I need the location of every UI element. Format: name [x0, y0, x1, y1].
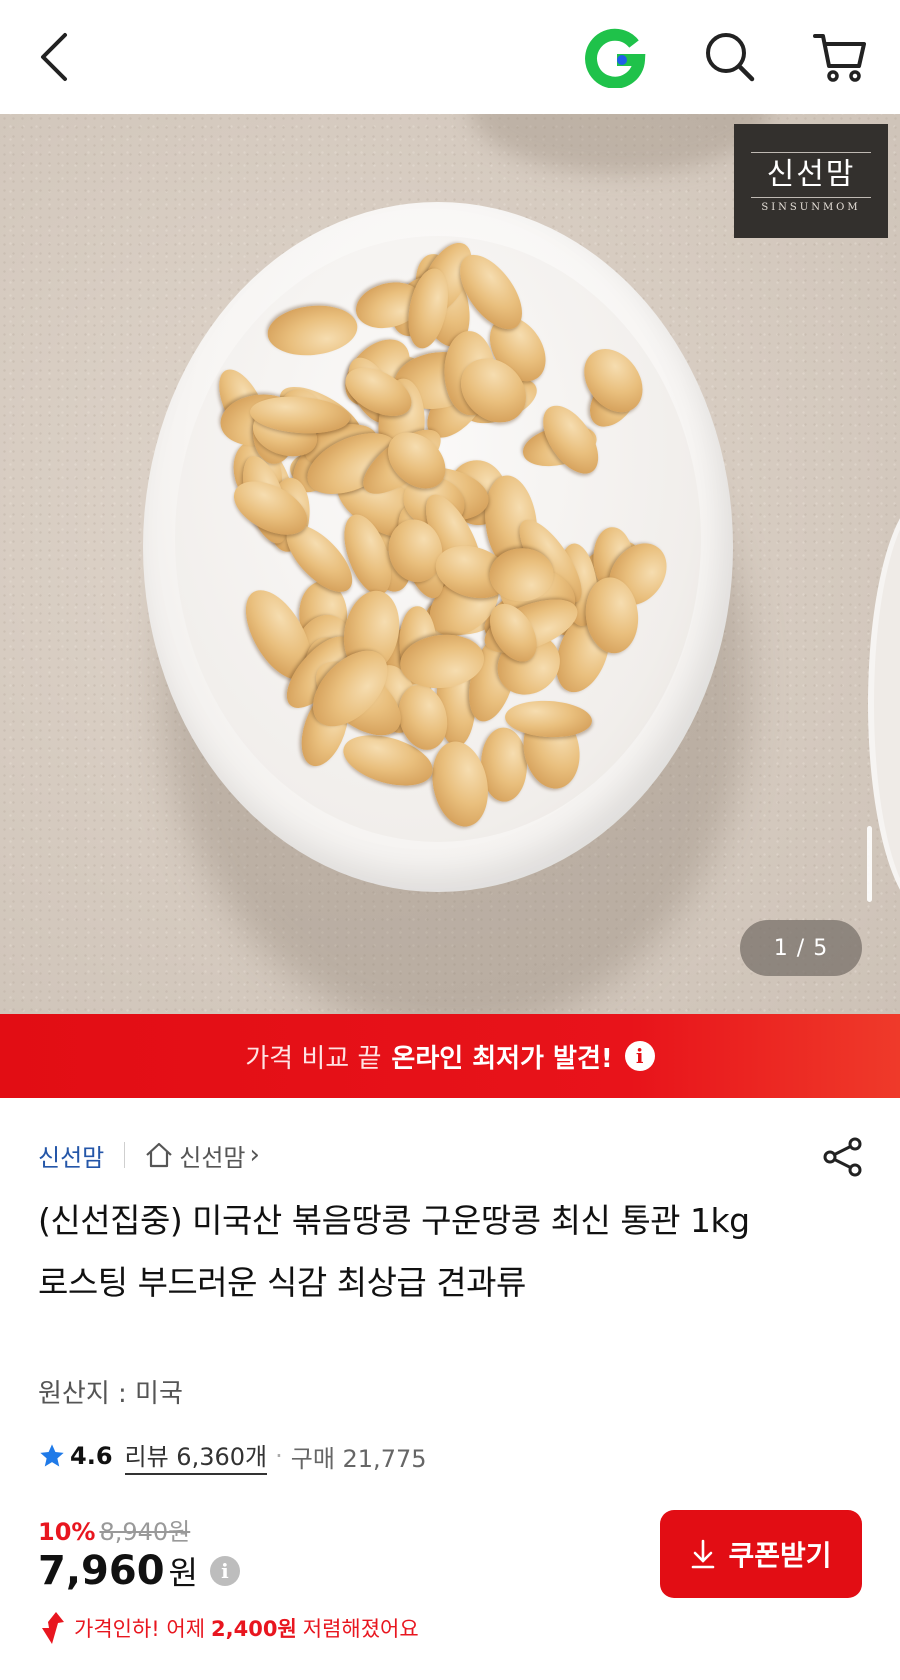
- price-drop-amount: 2,400원: [211, 1617, 297, 1641]
- search-icon: [706, 33, 755, 82]
- price-drop-prefix: 가격인하! 어제: [74, 1617, 206, 1641]
- g-logo-button[interactable]: [580, 22, 650, 92]
- purchase-count: 구매 21,775: [290, 1444, 427, 1473]
- review-link[interactable]: 리뷰 6,360개: [124, 1437, 268, 1475]
- divider: [124, 1142, 126, 1168]
- price-down-arrow-icon: [42, 1612, 64, 1644]
- share-icon: [823, 1137, 862, 1177]
- top-header: [0, 0, 900, 114]
- discount-rate: 10%: [38, 1518, 96, 1546]
- banner-text-bold: 온라인 최저가 발견!: [391, 1043, 613, 1074]
- price-drop-notice: 가격인하! 어제 2,400원 저렴해졌어요: [38, 1612, 419, 1644]
- home-icon: [146, 1142, 172, 1168]
- info-icon[interactable]: i: [624, 1041, 655, 1071]
- chevron-left-icon: [41, 33, 67, 81]
- brand-line: [751, 196, 871, 198]
- product-image-gallery[interactable]: 신선맘 SINSUNMOM 1 / 5: [0, 114, 900, 1014]
- cart-icon: [813, 34, 866, 82]
- coupon-label: 쿠폰받기: [728, 1539, 832, 1572]
- store-link[interactable]: 신선맘 ›: [145, 1138, 260, 1173]
- banner-text-light: 가격 비교 끝: [245, 1043, 382, 1074]
- separator-dot: ·: [275, 1442, 283, 1470]
- currency: 원: [168, 1554, 198, 1592]
- product-title: (신선집중) 미국산 볶음땅콩 구운땅콩 최신 통관 1kg 로스팅 부드러운 …: [38, 1201, 750, 1302]
- image-counter: 1 / 5: [740, 920, 862, 976]
- search-button[interactable]: [695, 22, 765, 92]
- star-icon: [40, 1444, 64, 1467]
- sale-price: 7,960: [38, 1548, 165, 1594]
- origin-info: 원산지 : 미국: [38, 1379, 183, 1409]
- cart-button[interactable]: [805, 22, 875, 92]
- g-logo-icon: [585, 28, 646, 88]
- download-icon: [692, 1539, 715, 1569]
- seller-row: 신선맘 신선맘 ›: [38, 1135, 260, 1175]
- chevron-right-icon: ›: [249, 1140, 260, 1170]
- get-coupon-button[interactable]: 쿠폰받기: [660, 1510, 862, 1598]
- brand-badge: 신선맘 SINSUNMOM: [734, 124, 888, 238]
- discount-row: 10% 8,940원: [38, 1512, 190, 1547]
- rating-value: 4.6: [70, 1442, 113, 1470]
- share-button[interactable]: [818, 1132, 868, 1182]
- lowest-price-banner[interactable]: 가격 비교 끝 온라인 최저가 발견! i: [0, 1014, 900, 1098]
- scroll-indicator: [867, 826, 872, 902]
- rating-row: 4.6 리뷰 6,360개 · 구매 21,775: [38, 1437, 427, 1475]
- brand-name: 신선맘: [766, 156, 856, 192]
- price-info-icon[interactable]: i: [209, 1556, 240, 1586]
- brand-line: [751, 151, 871, 153]
- back-button[interactable]: [20, 22, 90, 92]
- seller-link[interactable]: 신선맘: [38, 1138, 104, 1173]
- price-drop-suffix: 저렴해졌어요: [302, 1617, 419, 1641]
- original-price: 8,940원: [99, 1518, 191, 1546]
- store-label: 신선맘: [179, 1143, 246, 1172]
- brand-sub: SINSUNMOM: [761, 201, 861, 213]
- price-row: 7,960 원 i: [38, 1548, 240, 1594]
